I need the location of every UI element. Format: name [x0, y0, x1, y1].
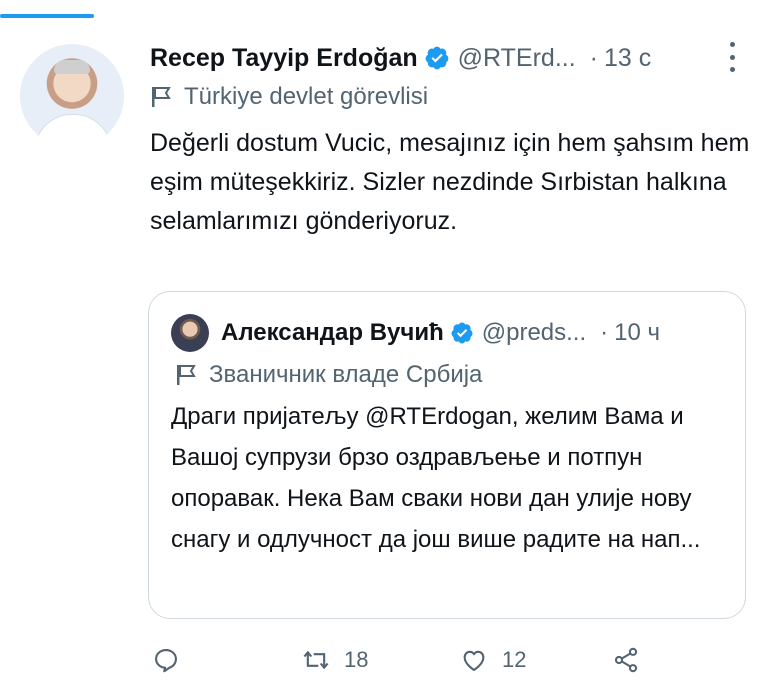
verified-badge-icon: [451, 322, 473, 344]
author-handle[interactable]: @RTErd...: [458, 44, 576, 73]
like-button[interactable]: 12: [460, 642, 526, 678]
author-name[interactable]: Recep Tayyip Erdoğan: [150, 44, 418, 73]
quoted-author-name[interactable]: Александар Вучић: [221, 319, 444, 347]
government-label-text: Türkiye devlet görevlisi: [184, 83, 429, 110]
more-dot: [729, 67, 735, 72]
quoted-author-avatar[interactable]: [171, 314, 209, 352]
like-count: 12: [502, 647, 527, 672]
avatar-shirt: [34, 114, 112, 148]
more-dot: [729, 54, 735, 60]
quoted-tweet-header: Александар Вучић @preds... · 10 ч: [221, 314, 660, 352]
reply-button[interactable]: [152, 642, 180, 678]
author-avatar[interactable]: [20, 44, 124, 148]
retweet-icon: [303, 650, 329, 670]
share-button[interactable]: [612, 642, 640, 678]
quoted-tweet-text: Драги пријатељу @RTErdogan, желим Вама и…: [171, 403, 701, 553]
quoted-government-label-text: Званичник владе Србија: [209, 361, 483, 388]
share-icon: [614, 647, 638, 673]
flag-icon: [152, 87, 171, 107]
retweet-button[interactable]: 18: [302, 642, 368, 678]
retweet-count: 18: [344, 647, 369, 672]
more-dot: [729, 42, 735, 47]
government-label[interactable]: Türkiye devlet görevlisi: [150, 80, 428, 114]
tweet-timestamp[interactable]: 13 c: [604, 44, 651, 73]
meta-separator: ·: [600, 319, 609, 346]
tweet-actions: 18 12: [150, 642, 670, 678]
more-options-icon[interactable]: [722, 42, 742, 72]
quoted-government-label[interactable]: Званичник владе Србија: [175, 358, 482, 392]
active-tab-indicator: [0, 14, 94, 18]
heart-icon: [463, 650, 485, 671]
quoted-tweet-timestamp[interactable]: 10 ч: [614, 319, 660, 347]
avatar-hair: [54, 60, 90, 74]
tweet-header: Recep Tayyip Erdoğan @RTErd... · 13 c: [150, 40, 651, 76]
meta-separator: ·: [589, 43, 598, 72]
flag-icon: [177, 365, 196, 385]
quoted-tweet[interactable]: Александар Вучић @preds... · 10 ч Званич…: [148, 291, 746, 619]
reply-icon: [155, 649, 177, 673]
quoted-author-handle[interactable]: @preds...: [482, 319, 586, 347]
verified-badge-icon: [425, 46, 449, 70]
tweet-text: Değerli dostum Vucic, mesajınız için hem…: [150, 129, 750, 235]
tweet-card: Recep Tayyip Erdoğan @RTErd... · 13 c Tü…: [0, 0, 770, 699]
